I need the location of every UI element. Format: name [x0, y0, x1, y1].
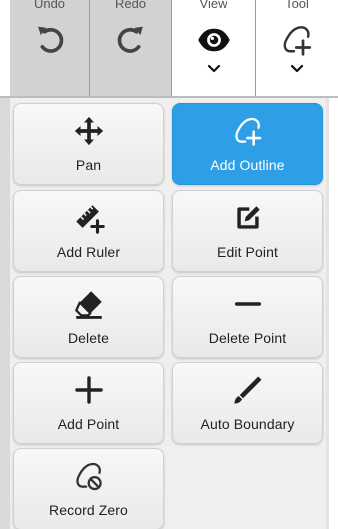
brush-icon — [230, 373, 266, 407]
eraser-icon — [71, 287, 107, 321]
delete-label: Delete — [67, 330, 110, 346]
add-point-tool-button[interactable]: Add Point — [13, 362, 164, 444]
pan-label: Pan — [75, 157, 102, 173]
add-outline-icon — [230, 114, 266, 148]
chevron-down-icon — [206, 62, 222, 74]
minus-icon — [230, 287, 266, 321]
edit-point-tool-button[interactable]: Edit Point — [172, 190, 323, 272]
tool-menu-button[interactable]: Tool — [256, 0, 338, 96]
redo-label: Redo — [114, 0, 147, 9]
redo-button[interactable]: Redo — [90, 0, 172, 96]
plus-icon — [71, 373, 107, 407]
delete-tool-button[interactable]: Delete — [13, 276, 164, 358]
add-outline-label: Add Outline — [210, 157, 285, 173]
delete-point-tool-button[interactable]: Delete Point — [172, 276, 323, 358]
add-point-label: Add Point — [57, 416, 120, 432]
add-outline-tool-button[interactable]: Add Outline — [172, 103, 323, 185]
panel-scrollbar[interactable] — [326, 98, 329, 529]
record-zero-icon — [71, 459, 107, 493]
view-label: View — [199, 0, 228, 9]
edit-icon — [230, 201, 266, 235]
pan-tool-button[interactable]: Pan — [13, 103, 164, 185]
view-menu-button[interactable]: View — [172, 0, 256, 96]
chevron-down-icon — [289, 62, 305, 74]
edit-point-label: Edit Point — [217, 244, 278, 260]
redo-icon — [111, 20, 151, 60]
add-ruler-tool-button[interactable]: Add Ruler — [13, 190, 164, 272]
record-zero-tool-button[interactable]: Record Zero — [13, 448, 164, 529]
add-outline-icon — [277, 20, 317, 60]
record-zero-label: Record Zero — [49, 502, 128, 518]
panel-left-edge — [0, 98, 10, 529]
delete-point-label: Delete Point — [208, 330, 287, 346]
ruler-plus-icon — [71, 201, 107, 235]
tool-label: Tool — [285, 0, 309, 9]
auto-boundary-label: Auto Boundary — [200, 416, 295, 432]
eye-icon — [194, 20, 234, 60]
auto-boundary-tool-button[interactable]: Auto Boundary — [172, 362, 323, 444]
move-arrows-icon — [71, 114, 107, 148]
top-toolbar: Undo Redo View Tool — [0, 0, 338, 96]
undo-icon — [30, 20, 70, 60]
undo-label: Undo — [33, 0, 66, 9]
add-ruler-label: Add Ruler — [56, 244, 121, 260]
undo-button[interactable]: Undo — [10, 0, 90, 96]
